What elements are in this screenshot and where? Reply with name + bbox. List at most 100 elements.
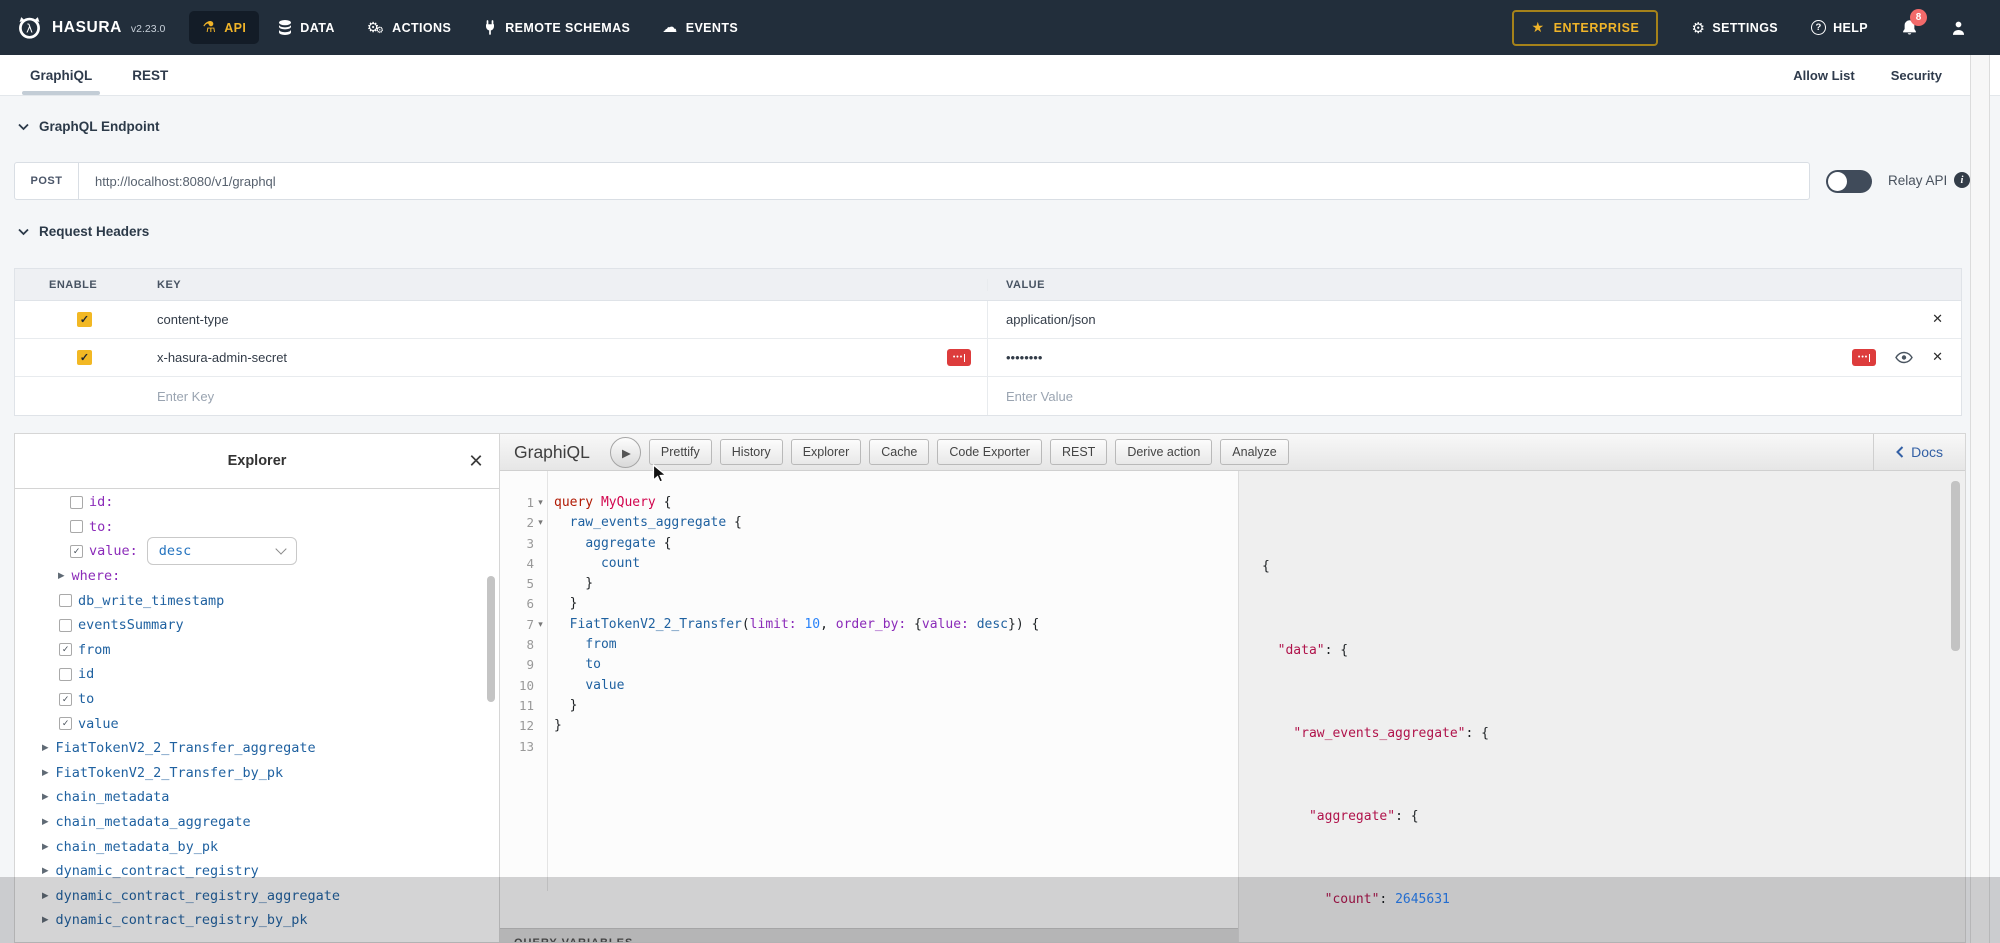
explorer-item[interactable]: from [15, 638, 499, 663]
hasura-logo[interactable]: λ HASURA v2.23.0 [16, 14, 165, 41]
field-checkbox[interactable] [70, 520, 83, 533]
response-scrollbar[interactable] [1951, 481, 1960, 651]
toolbar-button[interactable]: Explorer [791, 439, 862, 465]
field-checkbox[interactable] [59, 643, 72, 656]
remove-header-icon[interactable] [1932, 350, 1943, 365]
field-checkbox[interactable] [59, 717, 72, 730]
explorer-item[interactable]: value: desc [15, 539, 499, 564]
password-manager-icon[interactable]: ••• [1852, 349, 1876, 366]
toolbar-button[interactable]: Cache [869, 439, 929, 465]
nav-item-api[interactable]: ⚗ API [189, 11, 259, 44]
explorer-item[interactable]: where: [15, 564, 499, 589]
field-checkbox[interactable] [59, 668, 72, 681]
toolbar-button[interactable]: REST [1050, 439, 1107, 465]
explorer-item[interactable]: dynamic_contract_registry_by_pk [15, 908, 499, 933]
header-enable-checkbox[interactable] [77, 350, 92, 365]
explorer-item[interactable]: to [15, 687, 499, 712]
fold-caret-icon[interactable] [534, 554, 547, 574]
tab-label: REST [132, 68, 168, 83]
header-key[interactable]: content-type [157, 312, 229, 327]
new-header-key-input[interactable] [157, 389, 946, 404]
explorer-item[interactable]: db_write_timestamp [15, 588, 499, 613]
docs-button[interactable]: Docs [1873, 434, 1965, 470]
remove-header-icon[interactable] [1932, 312, 1943, 327]
link-allow-list[interactable]: Allow List [1793, 68, 1854, 83]
explorer-item[interactable]: dynamic_contract_registry [15, 859, 499, 884]
toolbar-button[interactable]: Code Exporter [937, 439, 1042, 465]
toolbar-button[interactable]: Derive action [1115, 439, 1212, 465]
graphiql-panel: GraphiQL Prettify History Explorer Cache… [500, 433, 1966, 943]
settings-button[interactable]: SETTINGS [1691, 19, 1778, 37]
field-checkbox[interactable] [59, 619, 72, 632]
notification-badge: 8 [1910, 9, 1927, 26]
field-checkbox[interactable] [70, 545, 83, 558]
execute-query-button[interactable] [610, 437, 641, 468]
notifications-button[interactable]: 8 [1901, 19, 1918, 37]
explorer-item[interactable]: chain_metadata [15, 785, 499, 810]
page-scrollbar[interactable] [1970, 55, 1990, 943]
account-button[interactable] [1951, 20, 1966, 36]
explorer-item-label: id: [89, 494, 113, 510]
query-variables-bar[interactable]: QUERY VARIABLES [500, 928, 1238, 943]
new-header-value-input[interactable] [1006, 389, 1896, 404]
password-manager-icon[interactable]: ••• [947, 349, 971, 366]
top-nav-bar: λ HASURA v2.23.0 ⚗ API DATA ⚙⚙ ACTIONS R… [0, 0, 2000, 55]
fold-caret-icon[interactable] [534, 655, 547, 675]
toolbar-button[interactable]: Analyze [1220, 439, 1288, 465]
nav-item-data[interactable]: DATA [265, 11, 347, 45]
query-editor[interactable]: 1 query MyQuery { 2 raw_events_aggregate… [500, 471, 1238, 891]
eye-icon[interactable] [1895, 351, 1913, 364]
nav-item-remote-schemas[interactable]: REMOTE SCHEMAS [470, 11, 643, 44]
header-value[interactable]: •••••••• [1006, 350, 1042, 365]
relay-api-toggle[interactable] [1826, 170, 1872, 193]
fold-caret-icon[interactable] [534, 676, 547, 696]
expand-caret-icon [42, 743, 49, 753]
fold-caret-icon[interactable] [534, 737, 547, 757]
code-line: 4 count [500, 554, 1238, 574]
fold-caret-icon[interactable] [534, 635, 547, 655]
tab-rest[interactable]: REST [132, 55, 168, 95]
explorer-item[interactable]: to: [15, 515, 499, 540]
explorer-scrollbar[interactable] [487, 576, 495, 702]
header-key[interactable]: x-hasura-admin-secret [157, 350, 287, 365]
explorer-item[interactable]: chain_metadata_aggregate [15, 810, 499, 835]
explorer-item[interactable]: FiatTokenV2_2_Transfer_aggregate [15, 736, 499, 761]
toolbar-button[interactable]: Prettify [649, 439, 712, 465]
endpoint-url-input[interactable] [79, 163, 1809, 199]
fold-caret-icon[interactable] [534, 594, 547, 614]
help-button[interactable]: HELP [1811, 20, 1868, 35]
fold-caret-icon[interactable] [534, 615, 547, 635]
field-checkbox[interactable] [59, 693, 72, 706]
explorer-item-label: db_write_timestamp [78, 593, 224, 609]
fold-caret-icon[interactable] [534, 696, 547, 716]
header-value[interactable]: application/json [1006, 312, 1096, 327]
request-headers-section-header[interactable]: Request Headers [18, 224, 149, 239]
explorer-item[interactable]: chain_metadata_by_pk [15, 834, 499, 859]
fold-caret-icon[interactable] [534, 574, 547, 594]
link-security[interactable]: Security [1891, 68, 1942, 83]
header-enable-checkbox[interactable] [77, 312, 92, 327]
nav-item-events[interactable]: ☁ EVENTS [649, 11, 751, 44]
field-checkbox[interactable] [70, 496, 83, 509]
explorer-item[interactable]: eventsSummary [15, 613, 499, 638]
explorer-item[interactable]: value [15, 711, 499, 736]
graphql-endpoint-section-header[interactable]: GraphQL Endpoint [18, 119, 160, 134]
explorer-item[interactable]: id: [15, 490, 499, 515]
fold-caret-icon[interactable] [534, 534, 547, 554]
nav-item-actions[interactable]: ⚙⚙ ACTIONS [354, 11, 464, 45]
fold-caret-icon[interactable] [534, 493, 547, 513]
explorer-item[interactable]: FiatTokenV2_2_Transfer_by_pk [15, 761, 499, 786]
field-checkbox[interactable] [59, 594, 72, 607]
info-icon[interactable] [1954, 172, 1970, 188]
fold-caret-icon[interactable] [534, 716, 547, 736]
enterprise-button[interactable]: ENTERPRISE [1512, 10, 1658, 46]
fold-caret-icon[interactable] [534, 513, 547, 533]
explorer-item-label: to: [89, 519, 113, 535]
close-icon[interactable] [469, 451, 483, 470]
explorer-item[interactable]: dynamic_contract_registry_aggregate [15, 884, 499, 909]
sort-direction-dropdown[interactable]: desc [147, 537, 297, 565]
toolbar-button[interactable]: History [720, 439, 783, 465]
line-number: 3 [526, 534, 534, 554]
explorer-item[interactable]: id [15, 662, 499, 687]
tab-graphiql[interactable]: GraphiQL [30, 55, 92, 95]
